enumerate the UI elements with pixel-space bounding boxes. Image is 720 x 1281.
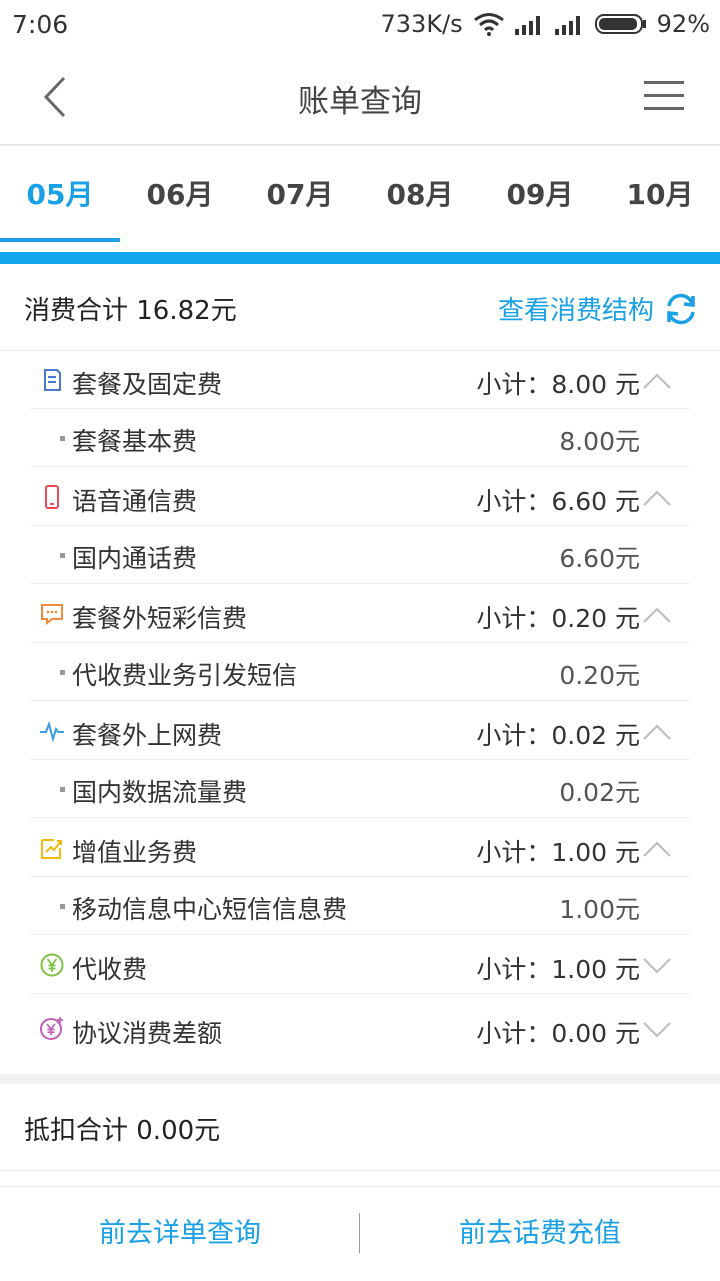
category-data[interactable]: 套餐外上网费 小计：0.02 元 bbox=[30, 701, 690, 760]
tab-10[interactable]: 10月 bbox=[600, 146, 720, 244]
battery-level: 92% bbox=[656, 10, 710, 38]
chevron-down-icon[interactable] bbox=[642, 957, 672, 975]
category-subtotal: 小计：0.20 元 bbox=[476, 604, 640, 633]
menu-icon[interactable] bbox=[644, 78, 684, 114]
category-subtotal: 小计：6.60 元 bbox=[476, 487, 640, 516]
bullet-dot bbox=[60, 553, 65, 558]
status-right: 733K/s 92% bbox=[381, 10, 710, 38]
category-label: 增值业务费 bbox=[72, 838, 198, 867]
line-item-amount: 8.00元 bbox=[559, 427, 640, 456]
phone-icon bbox=[45, 485, 59, 509]
category-label: 套餐外短彩信费 bbox=[72, 604, 248, 633]
category-value-added[interactable]: 增值业务费 小计：1.00 元 bbox=[30, 818, 690, 877]
tab-07[interactable]: 07月 bbox=[240, 146, 360, 244]
month-tabs: 05月 06月 07月 08月 09月 10月 bbox=[0, 146, 720, 244]
line-item-amount: 1.00元 bbox=[559, 895, 640, 924]
bullet-dot bbox=[60, 787, 65, 792]
line-item: 国内数据流量费 0.02元 bbox=[30, 760, 690, 818]
tab-09[interactable]: 09月 bbox=[480, 146, 600, 244]
line-item: 国内通话费 6.60元 bbox=[30, 526, 690, 584]
line-item-amount: 0.02元 bbox=[559, 778, 640, 807]
chevron-down-icon[interactable] bbox=[642, 1021, 672, 1039]
chevron-up-icon[interactable] bbox=[642, 840, 672, 858]
wifi-icon bbox=[473, 13, 504, 36]
line-item-label: 代收费业务引发短信 bbox=[72, 661, 298, 690]
chart-edit-icon bbox=[41, 839, 62, 859]
document-icon bbox=[44, 369, 61, 391]
category-voice[interactable]: 语音通信费 小计：6.60 元 bbox=[30, 467, 690, 526]
detail-query-button[interactable]: 前去详单查询 bbox=[0, 1187, 360, 1281]
category-collection[interactable]: 代收费 小计：1.00 元 bbox=[30, 935, 690, 994]
category-package-fixed[interactable]: 套餐及固定费 小计：8.00 元 bbox=[30, 350, 690, 409]
category-label: 代收费 bbox=[72, 955, 148, 984]
line-item: 套餐基本费 8.00元 bbox=[30, 409, 690, 467]
pulse-icon bbox=[40, 720, 64, 743]
signal-icon-2 bbox=[554, 16, 580, 35]
refresh-icon[interactable] bbox=[664, 292, 698, 326]
recharge-button[interactable]: 前去话费充值 bbox=[360, 1187, 720, 1281]
app-header: 账单查询 bbox=[0, 50, 720, 146]
category-label: 套餐外上网费 bbox=[72, 721, 223, 750]
deduction-total: 抵扣合计 0.00元 bbox=[0, 1084, 720, 1171]
line-item: 代收费业务引发短信 0.20元 bbox=[30, 643, 690, 701]
consumption-summary: 消费合计 16.82元 查看消费结构 bbox=[0, 264, 720, 351]
yuan-circle-icon bbox=[40, 953, 64, 977]
category-subtotal: 小计：0.00 元 bbox=[476, 1019, 640, 1048]
line-item-label: 国内通话费 bbox=[72, 544, 198, 573]
bottom-actions: 前去详单查询 前去话费充值 bbox=[0, 1186, 720, 1281]
bullet-dot bbox=[60, 436, 65, 441]
signal-icon bbox=[514, 16, 540, 35]
bullet-dot bbox=[60, 670, 65, 675]
category-sms-mms[interactable]: 套餐外短彩信费 小计：0.20 元 bbox=[30, 584, 690, 643]
section-gap bbox=[0, 1074, 720, 1084]
category-label: 套餐及固定费 bbox=[72, 370, 223, 399]
deduction-label: 抵扣合计 0.00元 bbox=[24, 1116, 221, 1146]
status-time: 7:06 bbox=[12, 10, 69, 39]
line-item-label: 移动信息中心短信信息费 bbox=[72, 895, 348, 924]
category-subtotal: 小计：1.00 元 bbox=[476, 838, 640, 867]
bullet-dot bbox=[60, 904, 65, 909]
category-subtotal: 小计：0.02 元 bbox=[476, 721, 640, 750]
line-item: 移动信息中心短信信息费 1.00元 bbox=[30, 877, 690, 935]
chevron-up-icon[interactable] bbox=[642, 372, 672, 390]
accent-divider bbox=[0, 252, 720, 264]
tab-06[interactable]: 06月 bbox=[120, 146, 240, 244]
category-label: 协议消费差额 bbox=[72, 1019, 223, 1048]
network-speed: 733K/s bbox=[380, 10, 463, 38]
category-label: 语音通信费 bbox=[72, 487, 198, 516]
line-item-amount: 6.60元 bbox=[559, 544, 640, 573]
tab-08[interactable]: 08月 bbox=[360, 146, 480, 244]
status-bar: 7:06 733K/s 92% bbox=[0, 0, 720, 50]
view-structure-link[interactable]: 查看消费结构 bbox=[498, 290, 654, 327]
bill-items-list: 套餐及固定费 小计：8.00 元 套餐基本费 8.00元 语音通信费 小计：6.… bbox=[30, 350, 690, 1064]
category-agreement-diff[interactable]: 协议消费差额 小计：0.00 元 bbox=[30, 994, 690, 1064]
tab-05[interactable]: 05月 bbox=[0, 146, 120, 244]
category-subtotal: 小计：8.00 元 bbox=[476, 370, 640, 399]
category-subtotal: 小计：1.00 元 bbox=[476, 955, 640, 984]
chevron-up-icon[interactable] bbox=[642, 723, 672, 741]
chevron-up-icon[interactable] bbox=[642, 606, 672, 624]
total-consumption: 消费合计 16.82元 bbox=[24, 296, 237, 326]
message-icon bbox=[41, 604, 63, 626]
battery-icon bbox=[594, 14, 646, 34]
line-item-label: 套餐基本费 bbox=[72, 427, 198, 456]
chevron-up-icon[interactable] bbox=[642, 489, 672, 507]
yuan-plus-icon bbox=[40, 1017, 63, 1040]
line-item-label: 国内数据流量费 bbox=[72, 778, 248, 807]
page-title: 账单查询 bbox=[298, 84, 422, 120]
line-item-amount: 0.20元 bbox=[559, 661, 640, 690]
